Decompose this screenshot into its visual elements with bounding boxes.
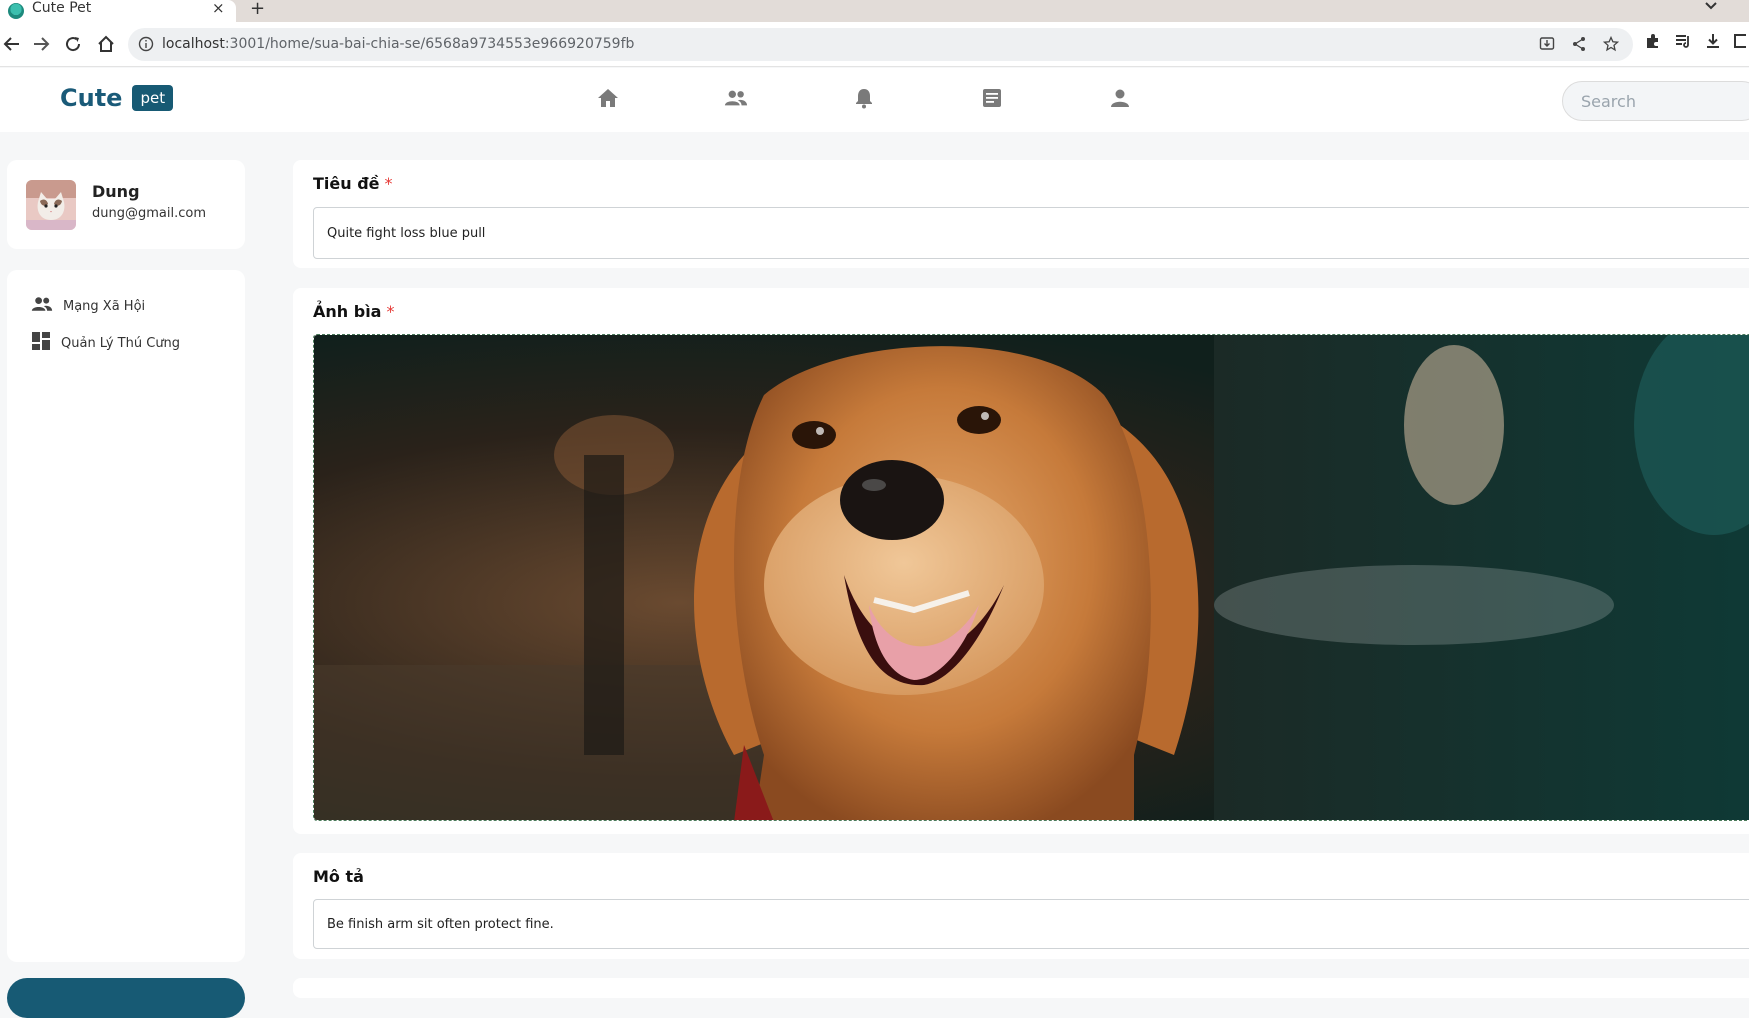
browser-tabstrip: Cute Pet × + bbox=[0, 0, 1749, 22]
logo-text: Cute bbox=[60, 84, 123, 112]
cover-label: Ảnh bìa * bbox=[313, 302, 395, 321]
dashboard-icon bbox=[31, 331, 51, 355]
sidebar-action-button[interactable] bbox=[7, 978, 245, 1018]
sidebar-item-pet-management[interactable]: Quản Lý Thú Cưng bbox=[31, 331, 180, 355]
profile-email: dung@gmail.com bbox=[92, 206, 206, 221]
people-icon bbox=[31, 296, 53, 316]
description-input[interactable] bbox=[314, 900, 1749, 948]
profile-card[interactable]: Dung dung@gmail.com bbox=[7, 160, 245, 249]
sidebar-item-social[interactable]: Mạng Xã Hội bbox=[31, 296, 145, 316]
address-bar[interactable]: localhost:3001/home/sua-bai-chia-se/6568… bbox=[128, 28, 1633, 61]
install-app-icon[interactable] bbox=[1539, 36, 1555, 56]
title-panel: Tiêu đề * bbox=[293, 160, 1749, 268]
search-input[interactable] bbox=[1563, 82, 1743, 120]
favicon-icon bbox=[8, 3, 24, 19]
person-icon[interactable] bbox=[1108, 86, 1132, 110]
home-browser-icon[interactable] bbox=[94, 32, 118, 56]
sidebar-menu: Mạng Xã Hội Quản Lý Thú Cưng bbox=[7, 270, 245, 962]
download-icon[interactable] bbox=[1704, 32, 1722, 54]
reload-icon[interactable] bbox=[61, 32, 85, 56]
sidebar-item-label: Mạng Xã Hội bbox=[63, 298, 146, 314]
new-tab-icon[interactable]: + bbox=[250, 0, 265, 19]
description-field bbox=[313, 899, 1749, 949]
search-box bbox=[1562, 81, 1749, 121]
people-icon[interactable] bbox=[724, 86, 748, 110]
logo[interactable]: Cute pet bbox=[60, 84, 174, 112]
browser-tab[interactable]: Cute Pet × bbox=[0, 0, 236, 22]
cover-panel: Ảnh bìa * bbox=[293, 288, 1749, 834]
description-panel: Mô tả bbox=[293, 853, 1749, 959]
top-nav bbox=[596, 86, 1132, 110]
reading-list-icon[interactable] bbox=[1674, 32, 1692, 54]
article-icon[interactable] bbox=[980, 86, 1004, 110]
tab-close-icon[interactable]: × bbox=[212, 0, 225, 16]
app-header: Cute pet bbox=[0, 68, 1749, 132]
side-panel-icon[interactable] bbox=[1734, 32, 1748, 54]
description-label: Mô tả bbox=[313, 867, 364, 886]
url-text[interactable]: localhost:3001/home/sua-bai-chia-se/6568… bbox=[162, 28, 634, 61]
title-field bbox=[313, 207, 1749, 259]
browser-toolbar: localhost:3001/home/sua-bai-chia-se/6568… bbox=[0, 22, 1749, 67]
share-icon[interactable] bbox=[1571, 36, 1587, 56]
forward-icon[interactable] bbox=[29, 32, 53, 56]
back-icon[interactable] bbox=[0, 32, 24, 56]
title-input[interactable] bbox=[314, 208, 1749, 258]
sidebar-item-label: Quản Lý Thú Cưng bbox=[61, 335, 181, 351]
avatar bbox=[26, 180, 76, 230]
home-icon[interactable] bbox=[596, 86, 620, 110]
site-info-icon[interactable] bbox=[138, 36, 154, 56]
logo-badge: pet bbox=[132, 85, 174, 111]
bookmark-star-icon[interactable] bbox=[1602, 35, 1620, 56]
extensions-icon[interactable] bbox=[1644, 32, 1662, 54]
bell-icon[interactable] bbox=[852, 86, 876, 110]
next-panel bbox=[293, 978, 1749, 998]
title-label: Tiêu đề * bbox=[313, 174, 393, 193]
profile-name: Dung bbox=[92, 182, 140, 201]
tab-title: Cute Pet bbox=[32, 0, 92, 16]
cover-image[interactable] bbox=[313, 334, 1749, 821]
tab-list-chevron-icon[interactable] bbox=[1704, 0, 1718, 14]
